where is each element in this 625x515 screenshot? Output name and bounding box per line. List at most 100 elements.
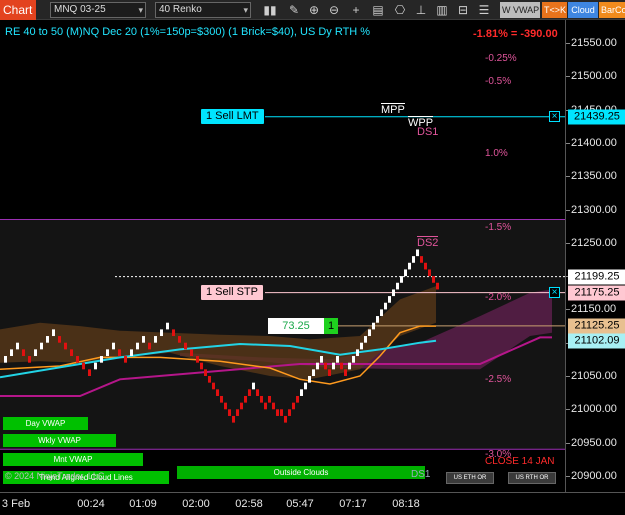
renko-brick	[22, 349, 25, 357]
renko-brick	[340, 362, 343, 370]
us-rth-or-button[interactable]: US RTH OR	[508, 472, 556, 484]
renko-brick	[184, 342, 187, 350]
renko-brick	[372, 322, 375, 330]
zoom-in-icon[interactable]: ⊕	[306, 2, 322, 18]
renko-brick	[216, 389, 219, 396]
price-marker-box[interactable]: 21439.25	[568, 109, 625, 125]
price-marker-box[interactable]: 21199.25	[568, 269, 625, 285]
time-axis[interactable]: 3 Feb 00:24 01:09 02:00 02:58 05:47 07:1…	[0, 492, 625, 515]
sell-stop-order[interactable]: 1 Sell STP	[201, 284, 263, 300]
zoom-out-icon[interactable]: ⊖	[326, 2, 342, 18]
properties-icon[interactable]: ▤	[370, 2, 386, 18]
renko-brick	[204, 369, 207, 376]
position-price[interactable]: 73.25	[268, 318, 324, 334]
price-tick-mark	[566, 242, 570, 244]
renko-brick	[432, 276, 435, 283]
price-axis[interactable]: 21550.0021500.0021450.0021400.0021350.00…	[565, 20, 625, 492]
crosshair-icon[interactable]: +	[348, 2, 364, 18]
renko-brick	[352, 356, 355, 363]
draw-icon[interactable]: ✎	[286, 2, 302, 18]
renko-brick	[236, 409, 239, 416]
time-tick: 02:58	[235, 498, 263, 510]
chevron-down-icon: ▾	[243, 5, 248, 15]
time-tick: 05:47	[286, 498, 314, 510]
renko-brick	[200, 362, 203, 370]
renko-brick	[220, 395, 223, 403]
time-tick: 07:17	[339, 498, 367, 510]
renko-brick	[360, 342, 363, 350]
time-tick: 02:00	[182, 498, 210, 510]
renko-brick	[284, 415, 287, 423]
renko-brick	[142, 336, 145, 343]
price-marker-box[interactable]: 21175.25	[568, 285, 625, 301]
chart-trader-icon[interactable]: ▥	[434, 2, 450, 18]
renko-brick	[376, 316, 379, 323]
bar-style-icon[interactable]: ▮▮	[262, 2, 278, 18]
renko-brick	[332, 362, 335, 370]
w-vwap-button[interactable]: W VWAP	[500, 2, 540, 18]
renko-brick	[166, 322, 169, 330]
price-marker-box[interactable]: 21102.09	[568, 333, 625, 349]
renko-brick	[388, 296, 391, 303]
renko-brick	[280, 409, 283, 416]
ds1-bottom-label: DS1	[411, 469, 431, 480]
renko-brick	[312, 369, 315, 376]
renko-brick	[64, 342, 67, 350]
price-tick-mark	[566, 475, 570, 477]
cloud-button[interactable]: Cloud	[568, 2, 598, 18]
instrument-select[interactable]: MNQ 03-25 ▾	[50, 2, 146, 18]
renko-brick	[118, 349, 121, 357]
price-tick-mark	[566, 176, 570, 178]
strategy-icon[interactable]: ⎔	[392, 2, 408, 18]
chart-panel[interactable]: RE 40 to 50 (M)NQ Dec 20 (1%=150p=$300) …	[0, 20, 565, 492]
renko-brick	[34, 349, 37, 357]
pct-level-label: -2.0%	[485, 291, 512, 303]
pct-level-label: -1.5%	[485, 222, 512, 234]
tk-button[interactable]: T<>K	[542, 2, 567, 18]
bar-type-value: 40 Renko	[159, 4, 202, 15]
renko-brick	[58, 336, 61, 343]
renko-brick	[228, 409, 231, 416]
renko-brick	[244, 395, 247, 403]
us-eth-or-button[interactable]: US ETH OR	[446, 472, 494, 484]
renko-brick	[436, 282, 439, 290]
price-marker-box[interactable]: 21125.25	[568, 318, 625, 334]
renko-brick	[380, 309, 383, 317]
renko-brick	[296, 395, 299, 403]
data-box-icon[interactable]: ⊟	[455, 2, 471, 18]
cancel-order-icon[interactable]: ×	[549, 110, 560, 122]
renko-brick	[136, 342, 139, 350]
renko-brick	[112, 342, 115, 350]
pct-level-label: -0.5%	[485, 75, 512, 87]
weekly-vwap-button[interactable]: Wkly VWAP	[3, 434, 116, 447]
renko-brick	[420, 256, 423, 263]
ds1-marker: DS1	[417, 126, 439, 138]
cancel-order-icon[interactable]: ×	[549, 286, 560, 298]
renko-brick	[300, 389, 303, 396]
mpp-marker: MPP	[381, 103, 405, 116]
renko-brick	[178, 336, 181, 343]
renko-brick	[264, 402, 267, 410]
renko-brick	[396, 282, 399, 290]
renko-brick	[356, 349, 359, 357]
price-tick-mark	[566, 376, 570, 377]
renko-brick	[384, 302, 387, 310]
price-tick-mark	[566, 409, 570, 411]
renko-brick	[288, 409, 291, 416]
renko-brick	[40, 342, 43, 350]
renko-brick	[28, 356, 31, 363]
barco-button[interactable]: BarCo	[599, 2, 625, 18]
price-tick-mark	[566, 442, 570, 444]
position-quantity[interactable]: 1	[324, 318, 338, 334]
day-vwap-button[interactable]: Day VWAP	[3, 417, 88, 430]
renko-brick	[368, 329, 371, 337]
monthly-vwap-button[interactable]: Mnt VWAP	[3, 453, 143, 466]
grid-icon[interactable]: ☰	[476, 2, 492, 18]
hold-icon[interactable]: ⊥	[413, 2, 429, 18]
bar-type-select[interactable]: 40 Renko ▾	[155, 2, 251, 18]
sell-limit-order[interactable]: 1 Sell LMT	[201, 108, 264, 124]
chart-tab[interactable]: Chart	[0, 0, 36, 20]
renko-brick	[10, 349, 13, 357]
outside-clouds-button[interactable]: Outside Clouds	[177, 466, 425, 479]
price-tick: 21350.00	[571, 170, 617, 183]
